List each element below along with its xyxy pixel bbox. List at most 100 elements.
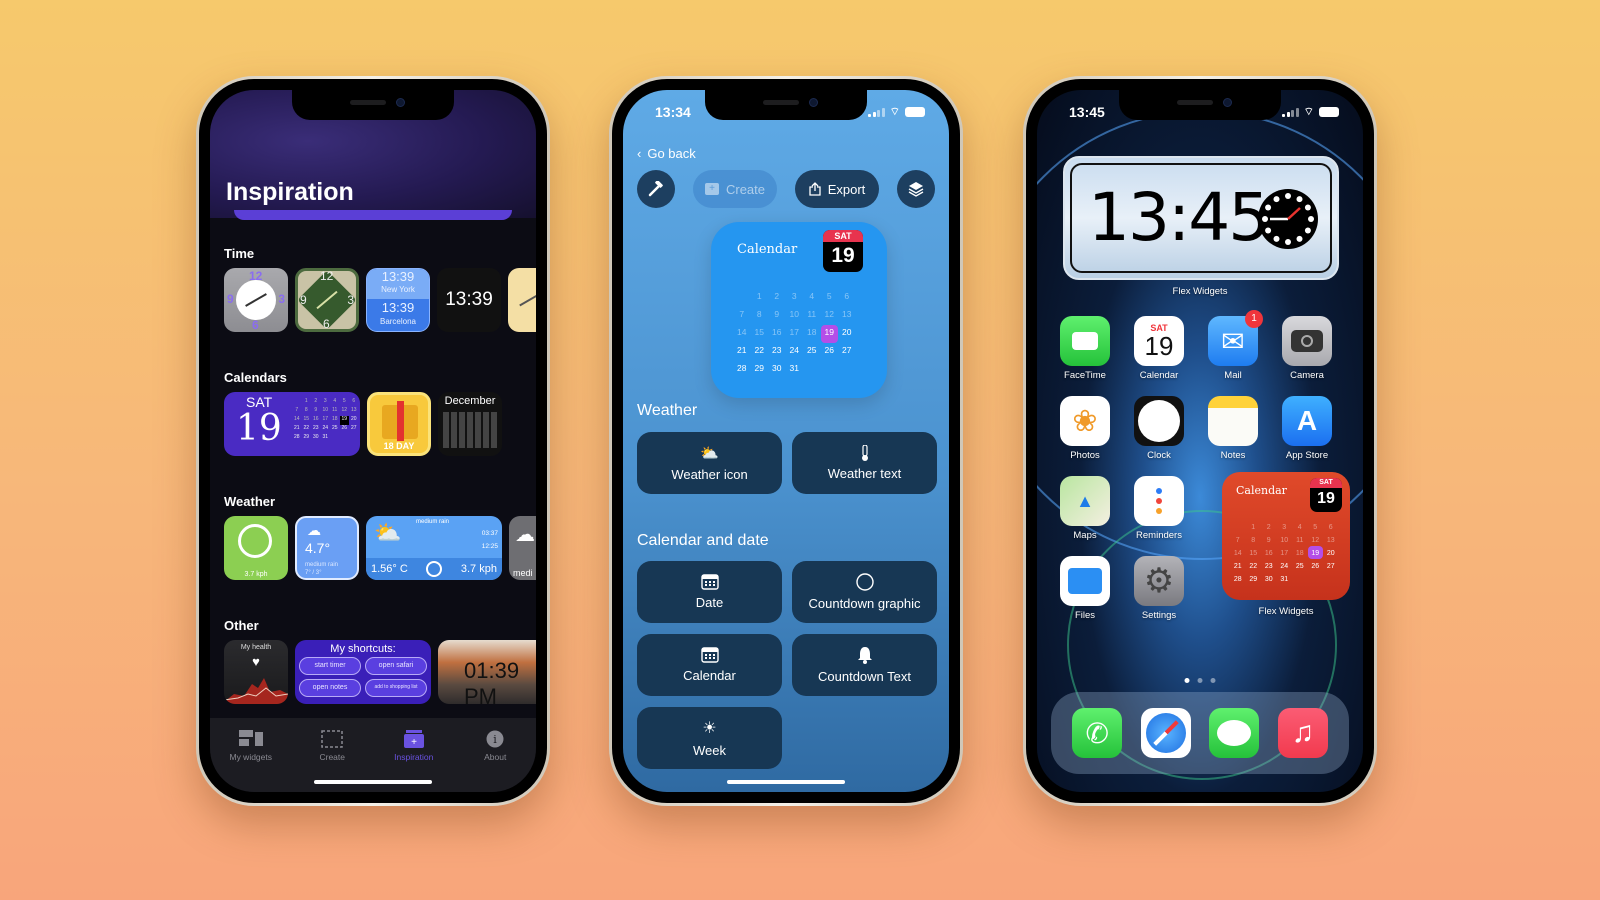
widget-calendar-dark[interactable]: December: [438, 392, 502, 456]
app-files[interactable]: Files: [1059, 556, 1111, 621]
section-label-weather: Weather: [224, 494, 276, 509]
create-button[interactable]: + Create: [693, 170, 777, 208]
notch: [1119, 90, 1281, 120]
calendar-day: 26: [341, 425, 348, 431]
temperature: 1.56° C: [371, 563, 408, 575]
calendar-day: 17: [789, 327, 799, 337]
health-chart: [224, 678, 288, 704]
home-indicator[interactable]: [314, 780, 432, 784]
red-calendar-widget[interactable]: Calendar SAT 19 1 2 3 4 5 6 7 8 9 10 11 12 13 14 15 16 1…: [1222, 472, 1350, 600]
calendar-day: 29: [303, 434, 310, 440]
dock-app-phone[interactable]: ✆: [1071, 708, 1123, 758]
app-label: Camera: [1290, 370, 1324, 381]
app-maps[interactable]: ▲ Maps: [1059, 476, 1111, 541]
widget-analog-clock-green[interactable]: 12 3 6 9: [295, 268, 359, 332]
dock-app-safari[interactable]: [1140, 708, 1192, 758]
app-mail[interactable]: ✉ 1 Mail: [1207, 310, 1263, 381]
widget-gift-countdown[interactable]: 18 DAY: [367, 392, 431, 456]
clock-tick: [1285, 193, 1291, 199]
tab-label: Inspiration: [394, 752, 434, 762]
tile-weather-icon[interactable]: ⛅ Weather icon: [637, 432, 782, 494]
widget-weather-small[interactable]: ☁ 4.7° medium rain 7° / 3°: [295, 516, 359, 580]
tile-week[interactable]: ☀ Week: [637, 707, 782, 769]
app-camera[interactable]: Camera: [1281, 316, 1333, 381]
calendar-day: 1: [1251, 524, 1256, 531]
app-clock[interactable]: Clock: [1133, 396, 1185, 461]
tab-my-widgets[interactable]: My widgets: [215, 730, 287, 792]
dock-app-music[interactable]: ♫: [1277, 708, 1329, 758]
clock-widget-frame: 13:45: [1070, 163, 1332, 273]
phone-inspiration: Inspiration Time 12 3 6 9 12 3 6 9 13:39…: [196, 76, 550, 806]
widget-wind[interactable]: 3.7 kph: [224, 516, 288, 580]
calendar-widgets-row[interactable]: SAT 19 1 2 3 4 5 6 7 8 9 10 11 12 13 14 15 16 17 18 19 20 21…: [224, 392, 536, 456]
day-number: 19: [1144, 331, 1174, 361]
page-dot[interactable]: [1184, 678, 1190, 683]
calendar-day: 13: [842, 309, 852, 319]
photo-time: 01:39 PM: [464, 658, 520, 704]
widget-weather-gray[interactable]: ☁ medi: [509, 516, 536, 580]
app-calendar[interactable]: SAT 19 Calendar: [1133, 316, 1185, 381]
weather-widgets-row[interactable]: 3.7 kph ☁ 4.7° medium rain 7° / 3° ⛅ med…: [224, 516, 536, 580]
wifi-icon: ⌔: [1303, 106, 1314, 118]
shortcut-button[interactable]: open safari: [365, 657, 427, 675]
tile-date[interactable]: Date: [637, 561, 782, 623]
calendar-day: 3: [323, 398, 327, 404]
tools-button[interactable]: [637, 170, 675, 208]
calendar-day: 8: [1251, 537, 1256, 544]
time-widgets-row[interactable]: 12 3 6 9 12 3 6 9 13:39 New York 13:39 B…: [224, 268, 536, 332]
calendar-day: 30: [312, 434, 319, 440]
page-dot[interactable]: [1210, 678, 1216, 683]
tile-countdown-graphic[interactable]: Countdown graphic: [792, 561, 937, 623]
status-time: 13:34: [655, 104, 691, 120]
widget-digital-clock[interactable]: 13:39: [437, 268, 501, 332]
calendar-day-today: 19: [1307, 546, 1323, 559]
widget-world-clock[interactable]: 13:39 New York 13:39 Barcelona: [366, 268, 430, 332]
shortcut-button[interactable]: start timer: [299, 657, 361, 675]
widget-photo-clock[interactable]: 01:39 PM: [438, 640, 536, 704]
layers-icon: [908, 182, 924, 197]
cloud-sun-rain-icon: ⛅: [374, 520, 402, 545]
export-label: Export: [827, 181, 866, 197]
section-label-other: Other: [224, 618, 259, 633]
clock-widget[interactable]: 13:45: [1063, 156, 1339, 280]
calendar-day: 11: [1296, 537, 1304, 544]
shortcut-button[interactable]: open notes: [299, 679, 361, 697]
shortcut-button[interactable]: add to shopping list: [365, 679, 427, 697]
app-facetime[interactable]: FaceTime: [1059, 316, 1111, 381]
page-dots[interactable]: [1184, 678, 1216, 683]
day-number: 19: [1317, 490, 1335, 507]
widget-shortcuts[interactable]: My shortcuts: start timer open safari op…: [295, 640, 431, 704]
tile-countdown-text[interactable]: Countdown Text: [792, 634, 937, 696]
widget-health[interactable]: My health ♥: [224, 640, 288, 704]
app-notes[interactable]: Notes: [1207, 396, 1259, 461]
widget-weather-wide[interactable]: ⛅ medium rain 03:37 12:25 1.56° C 3.7 kp…: [366, 516, 502, 580]
calendar-day: 24: [1280, 563, 1289, 570]
app-app-store[interactable]: A App Store: [1281, 396, 1333, 461]
app-photos[interactable]: ❀ Photos: [1059, 396, 1111, 461]
clock-number: 12: [320, 269, 334, 283]
app-reminders[interactable]: Reminders: [1133, 476, 1185, 541]
clock-tick: [1273, 235, 1280, 242]
page-dot[interactable]: [1197, 678, 1203, 683]
widget-analog-clock-purple[interactable]: 12 3 6 9: [224, 268, 288, 332]
other-widgets-row[interactable]: My health ♥ My shortcuts: start timer op…: [224, 640, 536, 704]
calendar-blank: [733, 289, 751, 307]
home-indicator[interactable]: [727, 780, 845, 784]
calendar-day: 22: [1249, 563, 1258, 570]
tab-about[interactable]: i About: [459, 730, 531, 792]
dock-app-messages[interactable]: [1208, 708, 1260, 758]
layers-button[interactable]: [897, 170, 935, 208]
tile-weather-text[interactable]: Weather text: [792, 432, 937, 494]
tile-calendar[interactable]: Calendar: [637, 634, 782, 696]
go-back-link[interactable]: ‹ Go back: [637, 146, 696, 161]
dock: ✆ ♫: [1051, 692, 1349, 774]
inspiration-icon: +: [403, 730, 424, 748]
calendar-day: 7: [739, 309, 745, 319]
app-settings[interactable]: ⚙ Settings: [1133, 556, 1185, 621]
export-button[interactable]: Export: [795, 170, 879, 208]
widget-sundial-clock[interactable]: [508, 268, 536, 332]
wind-unit: kph: [479, 563, 497, 575]
calendar-widget-preview[interactable]: Calendar SAT 19 1 2 3 4 5 6 7 8 9 10 11 12 13 14 15 16 1…: [711, 222, 887, 398]
widget-calendar-purple[interactable]: SAT 19 1 2 3 4 5 6 7 8 9 10 11 12 13 14 15 16 17 18 19 20 21…: [224, 392, 360, 456]
share-icon: [809, 182, 821, 196]
